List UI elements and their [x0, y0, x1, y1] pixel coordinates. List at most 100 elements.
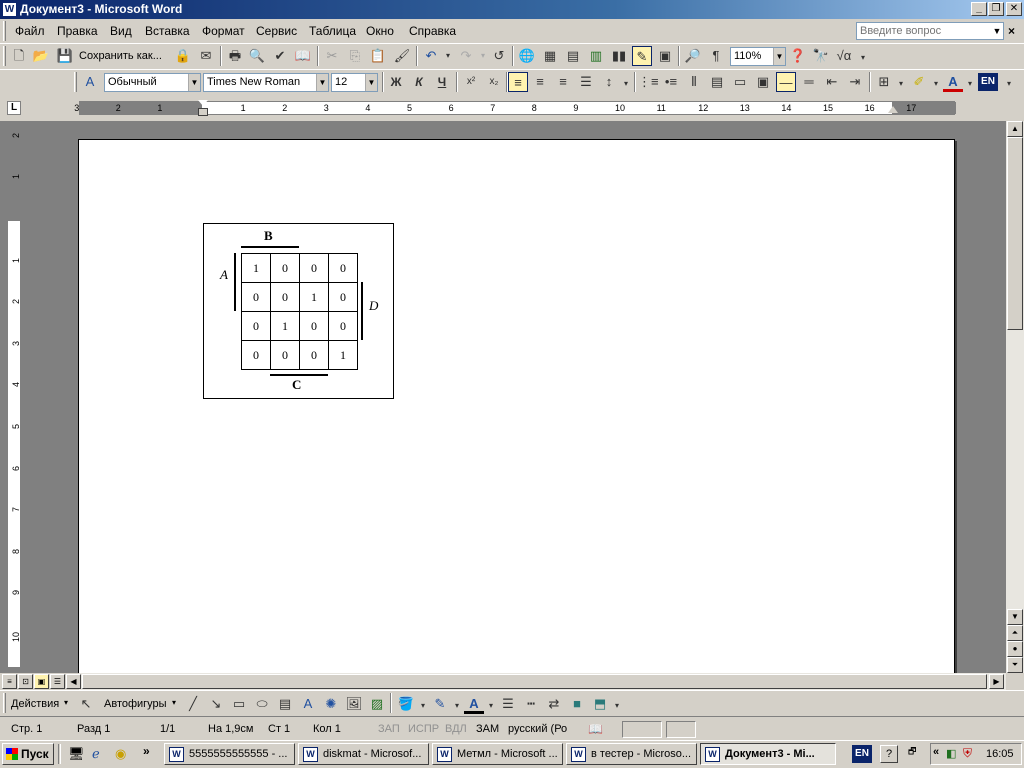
web-view-icon[interactable]: ⊡	[18, 674, 33, 689]
next-page-button[interactable]: ⏷	[1007, 657, 1023, 673]
shadow-style-icon[interactable]: ■	[567, 694, 587, 714]
right-indent-marker[interactable]	[888, 106, 898, 113]
tables-borders-icon[interactable]: ▦	[540, 46, 560, 66]
scroll-right-button[interactable]: ▶	[989, 674, 1004, 689]
select-objects-icon[interactable]: ↖	[76, 694, 96, 714]
font-size-dropdown-icon[interactable]: ▼	[365, 74, 377, 91]
find-icon[interactable]: 🔭	[811, 46, 831, 66]
hyperlink-icon[interactable]: 🌐	[517, 46, 537, 66]
dash-style-icon[interactable]: ┅	[521, 694, 541, 714]
menu-help[interactable]: Справка	[409, 24, 456, 38]
taskbar-help-icon[interactable]: ?	[880, 745, 898, 763]
taskbar-language-indicator[interactable]: EN	[852, 745, 872, 763]
print-icon[interactable]: 🖶	[225, 46, 245, 66]
show-formatting-icon[interactable]: ¶	[706, 46, 726, 66]
format-painter-icon[interactable]: 🖌	[392, 46, 412, 66]
paste-icon[interactable]: 📋	[368, 46, 388, 66]
language-indicator[interactable]: EN	[978, 73, 998, 91]
line-style-icon[interactable]: ☰	[498, 694, 518, 714]
style-dropdown-icon[interactable]: ▼	[188, 74, 200, 91]
menu-format[interactable]: Формат	[202, 24, 245, 38]
copy-icon[interactable]: ⎘	[345, 46, 365, 66]
actions-dropdown-icon[interactable]: ▾	[64, 698, 68, 707]
document-map-icon[interactable]: ▣	[655, 46, 675, 66]
autoshapes-dropdown-icon[interactable]: ▾	[172, 698, 176, 707]
rectangle-tool-icon[interactable]: ▭	[229, 694, 249, 714]
previous-page-button[interactable]: ⏶	[1007, 625, 1023, 641]
save-icon[interactable]: 💾	[55, 46, 75, 66]
taskbar-task[interactable]: Wв тестер - Microso...	[566, 743, 697, 765]
taskbar-restore-icon[interactable]: 🗗	[908, 744, 916, 760]
tray-network-icon[interactable]: ◧	[946, 747, 956, 760]
undo-dropdown-icon[interactable]: ▾	[438, 46, 458, 66]
menu-window[interactable]: Окно	[366, 24, 394, 38]
quicklaunch-ie-icon[interactable]: ℯ	[92, 746, 100, 762]
status-track-changes[interactable]: ИСПР	[408, 723, 439, 735]
open-folder-icon[interactable]: 📂	[31, 46, 51, 66]
borders-dropdown-icon[interactable]: ▾	[891, 74, 911, 94]
permission-icon[interactable]: 🔒	[173, 46, 193, 66]
status-language[interactable]: русский (Ро	[508, 723, 567, 735]
research-icon[interactable]: 📖	[293, 46, 313, 66]
picture-icon[interactable]: ▨	[367, 694, 387, 714]
close-document-icon[interactable]: ×	[1008, 24, 1015, 38]
font-combo[interactable]: Times New Roman ▼	[203, 73, 329, 92]
font-dropdown-icon[interactable]: ▼	[316, 74, 328, 91]
align-left-icon[interactable]: ≡	[508, 72, 528, 92]
align-right-icon[interactable]: ≡	[553, 72, 573, 92]
spelling-icon[interactable]: ✔	[270, 46, 290, 66]
italic-button[interactable]: К	[409, 72, 429, 92]
bold-button[interactable]: Ж	[386, 72, 406, 92]
quicklaunch-media-icon[interactable]: ◉	[115, 746, 126, 762]
font-color-dropdown-icon[interactable]: ▾	[960, 74, 980, 94]
ask-question-input[interactable]	[856, 22, 1004, 40]
tray-antivirus-icon[interactable]: ⛨	[963, 746, 972, 761]
zoom-combo[interactable]: 110% ▼	[730, 47, 786, 66]
wordart-icon[interactable]: A	[298, 694, 318, 714]
first-line-indent-marker[interactable]	[198, 100, 208, 106]
draw-toolbar-options-icon[interactable]: ▾	[607, 696, 627, 716]
textbox-tool-icon[interactable]: ▤	[275, 694, 295, 714]
drawing-toggle-icon[interactable]: ✎	[632, 46, 652, 66]
text-box-icon[interactable]: ▭	[730, 72, 750, 92]
horizontal-line-icon[interactable]: ―	[776, 72, 796, 92]
autoshapes-menu[interactable]: Автофигуры	[104, 698, 167, 710]
taskbar-task[interactable]: Wdiskmat - Microsof...	[298, 743, 429, 765]
font-size-combo[interactable]: 12 ▼	[331, 73, 378, 92]
actions-menu[interactable]: Действия	[11, 698, 59, 710]
line-tool-icon[interactable]: ╱	[183, 694, 203, 714]
menu-tools[interactable]: Сервис	[256, 24, 297, 38]
toolbar-options-icon[interactable]: ▾	[853, 48, 873, 68]
underline-button[interactable]: Ч	[432, 72, 452, 92]
repeat-icon[interactable]: ↺	[489, 46, 509, 66]
restore-button[interactable]: ❐	[988, 2, 1004, 16]
oval-tool-icon[interactable]: ⬭	[252, 694, 272, 714]
increase-indent-icon[interactable]: ⇥	[845, 72, 865, 92]
help-icon[interactable]: ❓	[788, 46, 808, 66]
zoom-dropdown-icon[interactable]: ▼	[773, 48, 785, 65]
diagram-icon[interactable]: ✺	[321, 694, 341, 714]
line-icon[interactable]: ═	[799, 72, 819, 92]
document-page[interactable]	[78, 139, 955, 679]
numbering-icon[interactable]: ⋮≡	[638, 72, 659, 92]
outline-view-icon[interactable]: ☰	[50, 674, 65, 689]
print-preview-icon[interactable]: 🔍	[247, 46, 267, 66]
menu-edit[interactable]: Правка	[57, 24, 98, 38]
align-center-icon[interactable]: ≡	[530, 72, 550, 92]
menu-insert[interactable]: Вставка	[145, 24, 190, 38]
frame-icon[interactable]: ▣	[753, 72, 773, 92]
insert-table-icon[interactable]: ▤	[563, 46, 583, 66]
left-indent-marker[interactable]	[198, 108, 208, 116]
horizontal-scroll-thumb[interactable]	[82, 674, 987, 689]
menu-table[interactable]: Таблица	[309, 24, 356, 38]
arrow-style-icon[interactable]: ⇄	[544, 694, 564, 714]
start-button[interactable]: Пуск	[2, 743, 54, 765]
normal-view-icon[interactable]: ≡	[2, 674, 17, 689]
menu-file[interactable]: Файл	[15, 24, 45, 38]
word-app-icon[interactable]: W	[2, 2, 17, 17]
scroll-down-button[interactable]: ▼	[1007, 609, 1023, 625]
taskbar-task-active[interactable]: W Документ3 - Mi...	[700, 743, 836, 765]
minimize-button[interactable]: _	[971, 2, 987, 16]
insert-excel-icon[interactable]: ▥	[586, 46, 606, 66]
karnaugh-map-figure[interactable]: B A D C 1 0 0 0 0 0 1 0 0 1 0 0 0 0 0 1	[203, 223, 394, 399]
